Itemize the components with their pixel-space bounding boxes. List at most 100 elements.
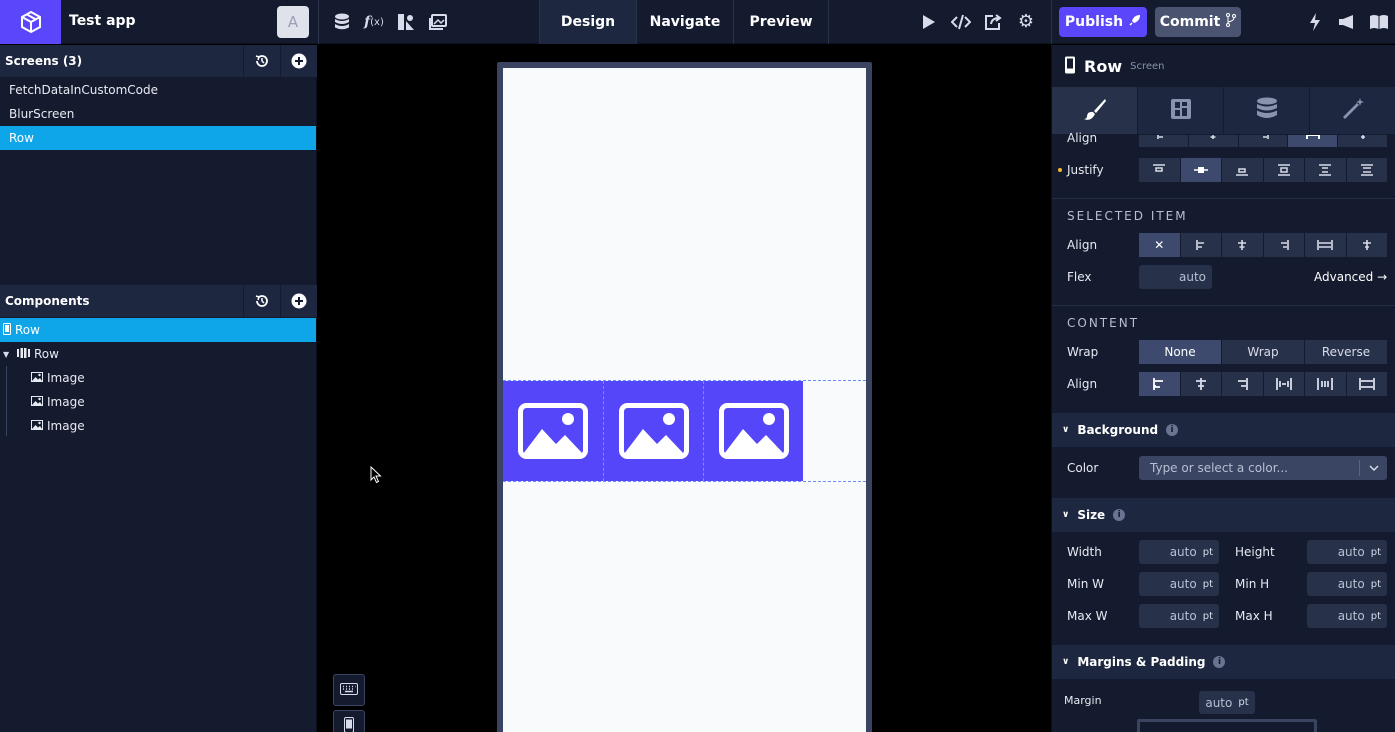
docs-book-icon[interactable] [1368, 11, 1390, 33]
margins-padding-section-header[interactable]: ∨ Margins & Padding i [1052, 645, 1395, 679]
tree-item-image[interactable]: Image [0, 414, 316, 438]
media-library-icon[interactable] [427, 11, 449, 33]
align-center-option[interactable] [1188, 135, 1239, 147]
tree-item-label: Row [15, 323, 40, 337]
justify-start-option[interactable] [1139, 158, 1181, 182]
align-self-none-option[interactable]: ✕ [1139, 233, 1181, 257]
tab-style[interactable] [1052, 87, 1138, 134]
expand-caret-icon[interactable]: ▼ [3, 350, 11, 359]
app-title[interactable]: Test app [69, 13, 136, 29]
size-section-header[interactable]: ∨ Size i [1052, 498, 1395, 532]
align-baseline-option[interactable] [1338, 135, 1387, 147]
tab-design[interactable]: Design [539, 0, 636, 44]
tab-preview[interactable]: Preview [733, 0, 829, 44]
database-icon[interactable] [331, 11, 353, 33]
align-self-end-option[interactable] [1263, 233, 1305, 257]
max-width-input[interactable]: auto pt [1139, 604, 1219, 628]
keyboard-icon [340, 682, 358, 698]
screen-item-row[interactable]: Row [0, 126, 316, 150]
wrap-wrap-option[interactable]: Wrap [1222, 340, 1305, 364]
keyboard-toggle-button[interactable] [333, 674, 365, 706]
align-self-baseline-option[interactable] [1346, 233, 1387, 257]
settings-gear-icon[interactable]: ⚙ [1015, 11, 1037, 33]
tree-item-row-screen[interactable]: Row [0, 318, 316, 342]
tab-backend-query[interactable] [1224, 87, 1310, 134]
commit-label: Commit [1159, 14, 1221, 30]
megaphone-icon[interactable] [1336, 11, 1358, 33]
align-content-stretch-option[interactable] [1346, 372, 1387, 396]
function-icon[interactable]: f (x) [362, 11, 386, 33]
align-content-space-around-option[interactable] [1305, 372, 1347, 396]
info-icon[interactable]: i [1166, 424, 1179, 436]
width-input[interactable]: auto pt [1139, 540, 1219, 564]
align-self-start-option[interactable] [1180, 233, 1222, 257]
align-self-center-option[interactable] [1222, 233, 1264, 257]
image-placeholder[interactable] [503, 381, 603, 481]
lightning-icon[interactable] [1304, 11, 1326, 33]
device-toggle-button[interactable] [333, 710, 365, 732]
justify-label: Justify [1067, 163, 1104, 177]
image-icon [31, 395, 43, 409]
flex-label: Flex [1067, 270, 1092, 284]
color-select[interactable]: Type or select a color... [1139, 456, 1387, 480]
image-placeholder[interactable] [603, 381, 703, 481]
flex-input[interactable]: auto [1139, 265, 1212, 289]
advanced-link[interactable]: Advanced → [1314, 270, 1387, 284]
tree-item-image[interactable]: Image [0, 366, 316, 390]
align-content-space-between-option[interactable] [1263, 372, 1305, 396]
code-icon[interactable] [950, 11, 972, 33]
margin-top-input[interactable]: auto pt [1199, 691, 1255, 714]
app-logo-icon[interactable] [0, 0, 61, 44]
align-self-stretch-option[interactable] [1305, 233, 1347, 257]
background-section-header[interactable]: ∨ Background i [1052, 413, 1395, 447]
screen-item-fetchdataincustomcode[interactable]: FetchDataInCustomCode [0, 78, 316, 102]
avatar[interactable]: A [277, 6, 309, 38]
history-icon[interactable] [243, 45, 280, 77]
color-label: Color [1067, 461, 1099, 475]
chevron-down-icon[interactable] [1359, 460, 1387, 476]
min-width-value: auto [1169, 577, 1197, 591]
assets-icon[interactable] [395, 11, 417, 33]
width-value: auto [1169, 545, 1197, 559]
align-end-option[interactable] [1238, 135, 1289, 147]
wrap-none-option[interactable]: None [1139, 340, 1222, 364]
publish-label: Publish [1064, 14, 1124, 30]
height-input[interactable]: auto pt [1307, 540, 1387, 564]
tab-properties[interactable] [1138, 87, 1224, 134]
tab-actions[interactable] [1310, 87, 1395, 134]
history-icon[interactable] [243, 285, 280, 317]
commit-button[interactable]: Commit [1155, 7, 1241, 37]
add-component-icon[interactable] [280, 285, 317, 317]
justify-center-option[interactable] [1180, 158, 1222, 182]
justify-space-around-option[interactable] [1305, 158, 1347, 182]
min-width-input[interactable]: auto pt [1139, 572, 1219, 596]
tab-navigate[interactable]: Navigate [636, 0, 733, 44]
unit-label: pt [1238, 697, 1249, 708]
justify-space-between-option[interactable] [1263, 158, 1305, 182]
screen-item-blurscreen[interactable]: BlurScreen [0, 102, 316, 126]
wrap-reverse-option[interactable]: Reverse [1305, 340, 1387, 364]
max-width-label: Max W [1067, 609, 1108, 623]
publish-button[interactable]: Publish [1059, 7, 1147, 37]
align-stretch-option[interactable] [1288, 135, 1339, 147]
image-placeholder[interactable] [703, 381, 803, 481]
min-height-input[interactable]: auto pt [1307, 572, 1387, 596]
max-height-input[interactable]: auto pt [1307, 604, 1387, 628]
align-content-start-option[interactable] [1139, 372, 1181, 396]
chevron-down-icon: ∨ [1062, 425, 1070, 435]
info-icon[interactable]: i [1113, 509, 1126, 521]
info-icon[interactable]: i [1213, 656, 1226, 668]
tree-item-row[interactable]: ▼ Row [0, 342, 316, 366]
align-content-end-option[interactable] [1222, 372, 1264, 396]
play-icon[interactable] [918, 11, 940, 33]
align-start-option[interactable] [1139, 135, 1189, 147]
paintbrush-icon [1083, 97, 1107, 124]
share-icon[interactable] [982, 11, 1004, 33]
align-content-center-option[interactable] [1180, 372, 1222, 396]
size-heading: Size [1077, 508, 1106, 522]
tree-item-image[interactable]: Image [0, 390, 316, 414]
tree-item-label: Row [34, 347, 59, 361]
add-screen-icon[interactable] [280, 45, 317, 77]
justify-space-evenly-option[interactable] [1346, 158, 1387, 182]
justify-end-option[interactable] [1222, 158, 1264, 182]
